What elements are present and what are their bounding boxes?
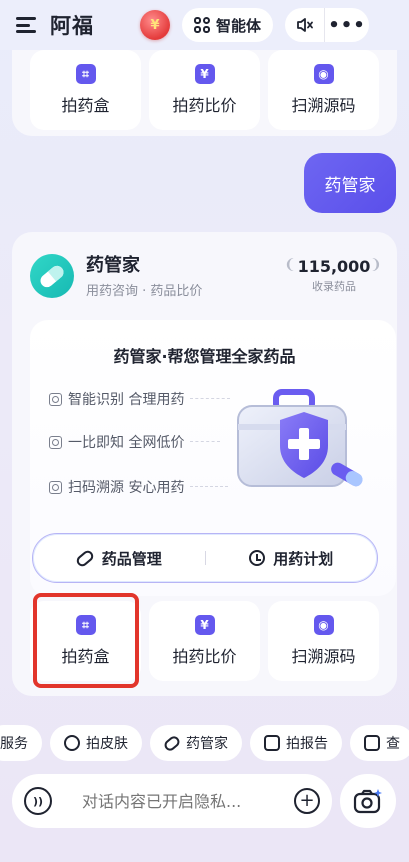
divider bbox=[190, 398, 230, 399]
medication-plan-button[interactable]: 用药计划 bbox=[206, 548, 378, 569]
chip-report-photo[interactable]: 拍报告 bbox=[250, 725, 342, 761]
tool-label: 拍药比价 bbox=[172, 96, 237, 115]
chip-label: 查 bbox=[386, 736, 400, 752]
pill-icon bbox=[162, 733, 182, 753]
feature-text: 扫码溯源 安心用药 bbox=[68, 480, 185, 496]
more-button[interactable]: ••• bbox=[325, 8, 370, 42]
camera-icon bbox=[64, 735, 80, 751]
doc-icon bbox=[49, 435, 62, 449]
tool-label: 扫溯源码 bbox=[291, 96, 356, 115]
plus-icon bbox=[364, 735, 380, 751]
tool-scan-box[interactable]: ⌗ 拍药盒 bbox=[30, 50, 141, 130]
camera-sparkle-icon bbox=[353, 789, 382, 814]
chip-query[interactable]: 查 bbox=[350, 725, 409, 761]
tool-label: 拍药盒 bbox=[61, 96, 110, 115]
suggestion-chips: 服务 拍皮肤 药管家 拍报告 查 bbox=[0, 725, 409, 761]
agents-button[interactable]: 智能体 bbox=[182, 8, 274, 42]
scan-icon: ⌗ bbox=[75, 64, 96, 84]
doc-icon bbox=[264, 735, 280, 751]
chip-skin-photo[interactable]: 拍皮肤 bbox=[50, 725, 142, 761]
mode-switch-bar: 药品管理 用药计划 bbox=[32, 533, 378, 583]
chip-drug-manager[interactable]: 药管家 bbox=[150, 725, 242, 761]
menu-icon[interactable] bbox=[16, 17, 36, 33]
feature-text: 智能识别 合理用药 bbox=[68, 392, 185, 408]
feature-item: 智能识别 合理用药 bbox=[49, 389, 184, 409]
agent-subtitle: 用药咨询 · 药品比价 bbox=[86, 284, 203, 299]
chat-input-bar: )) + bbox=[12, 774, 332, 828]
feature-text: 一比即知 全网低价 bbox=[68, 435, 185, 451]
medicine-box-illustration bbox=[237, 389, 363, 487]
yuan-icon: ¥ bbox=[194, 615, 215, 635]
chip-label: 拍报告 bbox=[286, 736, 328, 752]
tool-label: 拍药比价 bbox=[172, 647, 237, 666]
tool-price-compare[interactable]: ¥ 拍药比价 bbox=[149, 601, 260, 681]
tool-price-compare[interactable]: ¥ 拍药比价 bbox=[149, 50, 260, 130]
target-icon: ◉ bbox=[313, 64, 334, 84]
user-message-bubble: 药管家 bbox=[304, 153, 396, 213]
speaker-mute-icon bbox=[296, 18, 313, 32]
mode-label: 用药计划 bbox=[273, 549, 334, 568]
agents-label: 智能体 bbox=[216, 16, 262, 35]
pill-icon bbox=[74, 548, 96, 568]
camera-small-icon bbox=[49, 392, 62, 406]
camera-button[interactable] bbox=[340, 774, 396, 828]
top-bar: 阿福 ¥ 智能体 ••• bbox=[0, 0, 409, 50]
drug-count: 115,000 bbox=[297, 257, 371, 276]
clock-icon bbox=[249, 550, 266, 566]
mode-label: 药品管理 bbox=[101, 549, 162, 568]
red-packet-icon[interactable]: ¥ bbox=[140, 10, 170, 40]
add-icon[interactable]: + bbox=[294, 788, 320, 814]
tool-trace-code[interactable]: ◉ 扫溯源码 bbox=[268, 601, 379, 681]
scan-small-icon bbox=[49, 480, 62, 494]
laurel-right-icon: ❩ bbox=[370, 257, 382, 273]
mute-button[interactable] bbox=[285, 8, 326, 42]
feature-item: 一比即知 全网低价 bbox=[49, 432, 184, 452]
panel-title: 药管家·帮您管理全家药品 bbox=[113, 347, 296, 366]
chip-service[interactable]: 服务 bbox=[0, 725, 42, 761]
drug-count-label: 收录药品 bbox=[312, 280, 356, 293]
drug-management-button[interactable]: 药品管理 bbox=[33, 548, 205, 569]
chip-label: 药管家 bbox=[186, 736, 228, 752]
chip-label: 拍皮肤 bbox=[86, 736, 128, 752]
agent-name: 药管家 bbox=[86, 255, 140, 276]
chat-input[interactable] bbox=[82, 791, 294, 811]
tool-trace-code[interactable]: ◉ 扫溯源码 bbox=[268, 50, 379, 130]
divider bbox=[190, 441, 220, 442]
highlight-annotation bbox=[33, 593, 139, 688]
chip-label: 服务 bbox=[0, 736, 28, 752]
yuan-icon: ¥ bbox=[194, 64, 215, 84]
pill-logo-icon bbox=[30, 254, 74, 298]
grid-icon bbox=[194, 17, 210, 33]
divider bbox=[190, 486, 228, 487]
feature-item: 扫码溯源 安心用药 bbox=[49, 477, 184, 497]
target-icon: ◉ bbox=[313, 615, 334, 635]
voice-icon[interactable]: )) bbox=[24, 787, 52, 815]
app-title: 阿福 bbox=[50, 14, 94, 38]
tool-label: 扫溯源码 bbox=[291, 647, 356, 666]
